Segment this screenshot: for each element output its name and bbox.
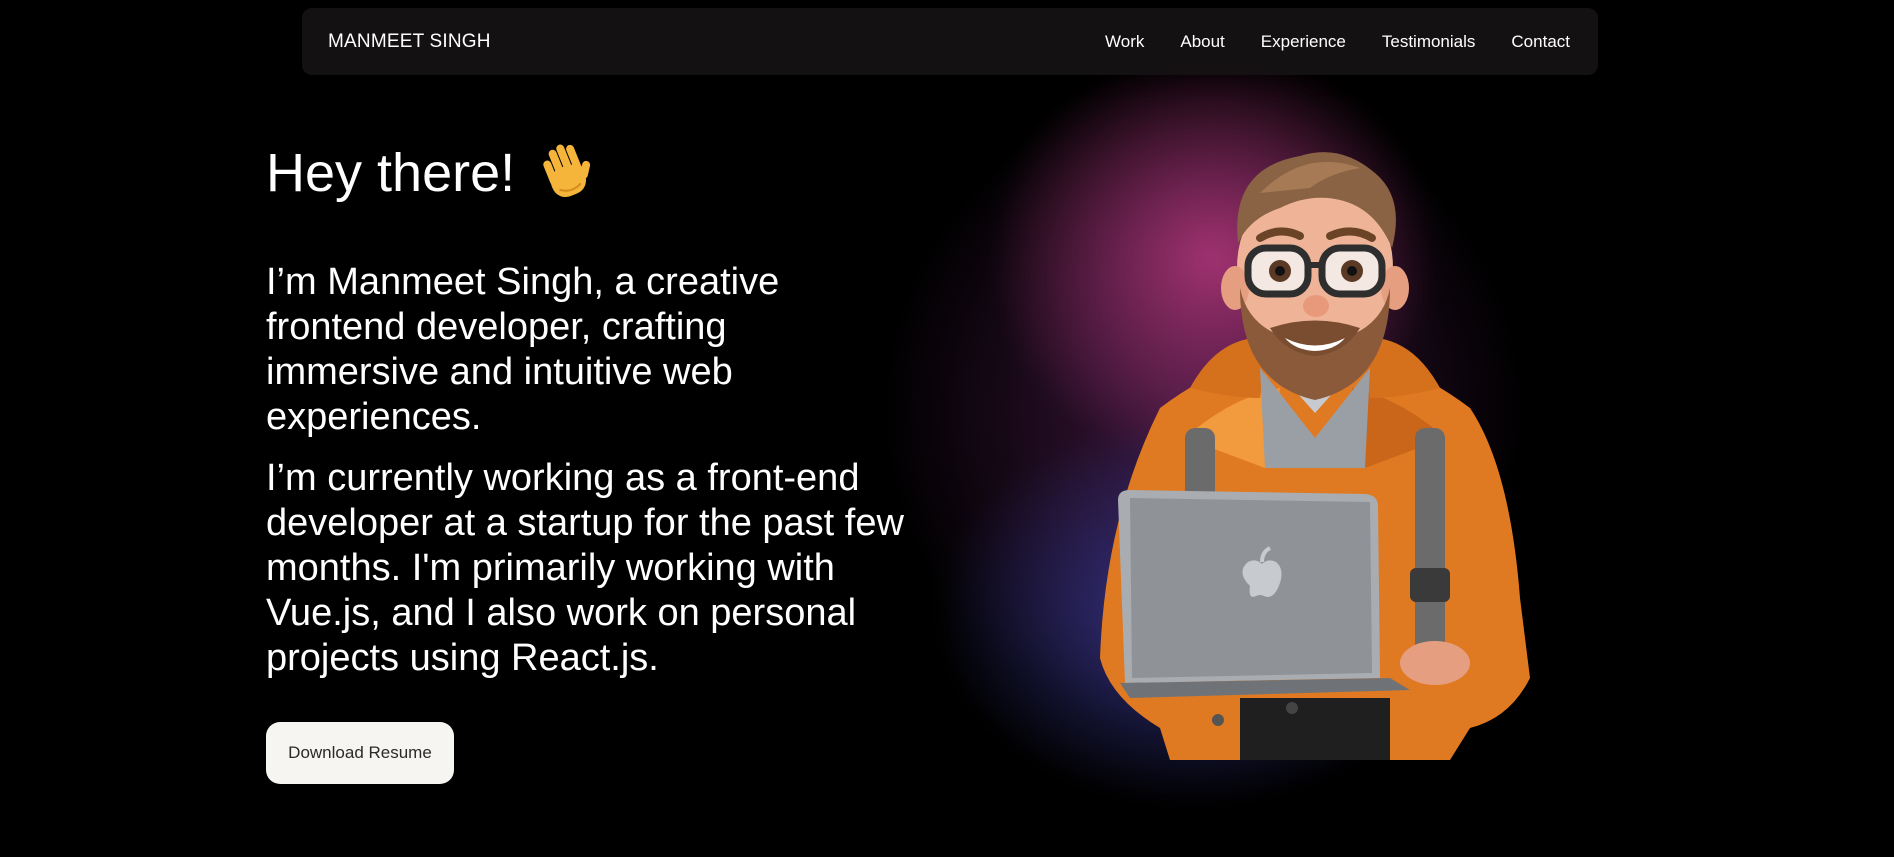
waving-hand-icon <box>537 142 597 204</box>
nav-link-experience[interactable]: Experience <box>1261 32 1346 52</box>
intro-paragraph: I’m Manmeet Singh, a creative frontend d… <box>266 261 780 438</box>
nav-link-testimonials[interactable]: Testimonials <box>1382 32 1476 52</box>
greeting-heading: Hey there! <box>266 140 926 206</box>
page: MANMEET SINGH Work About Experience Test… <box>0 0 1894 857</box>
nav-link-about[interactable]: About <box>1180 32 1224 52</box>
navbar: MANMEET SINGH Work About Experience Test… <box>302 8 1598 75</box>
developer-avatar-illustration <box>1090 138 1540 760</box>
nav-link-work[interactable]: Work <box>1105 32 1144 52</box>
current-role-paragraph: I’m currently working as a front-end dev… <box>266 457 904 679</box>
nav-link-contact[interactable]: Contact <box>1511 32 1570 52</box>
nav-links: Work About Experience Testimonials Conta… <box>1105 32 1570 52</box>
download-resume-button[interactable]: Download Resume <box>266 722 454 784</box>
hero-text: Hey there! I’m Manmeet Singh, a creative… <box>266 140 926 681</box>
greeting-text: Hey there! <box>266 143 516 203</box>
site-logo[interactable]: MANMEET SINGH <box>328 31 491 53</box>
